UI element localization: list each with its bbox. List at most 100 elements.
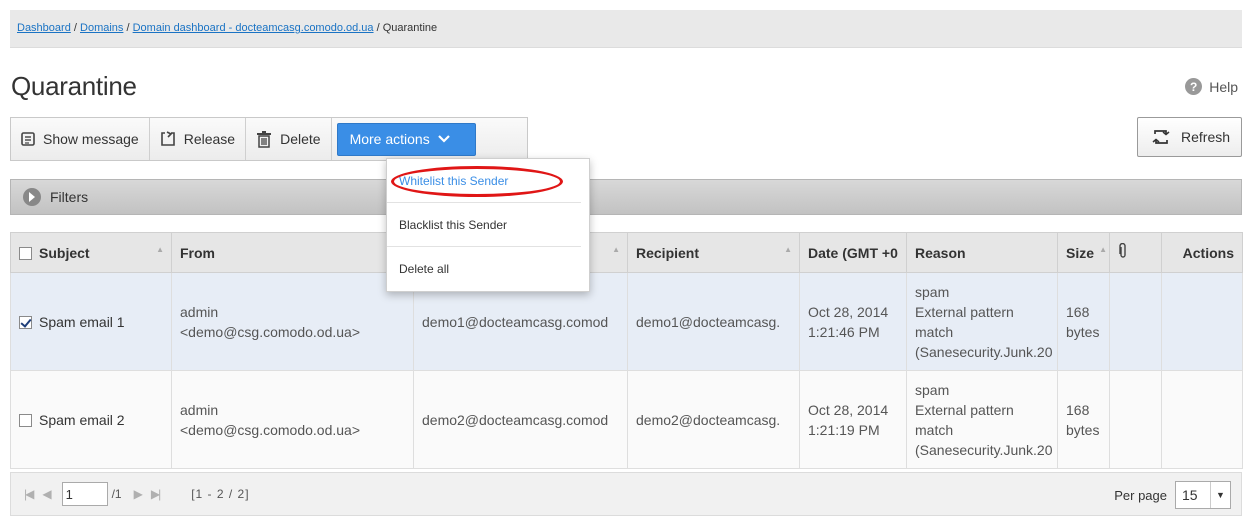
size-cell: 168 bytes	[1057, 272, 1110, 371]
column-size-label: Size	[1066, 244, 1095, 261]
date-cell: Oct 28, 2014 1:21:19 PM	[799, 370, 907, 469]
menu-item-blacklist-sender[interactable]: Blacklist this Sender	[387, 203, 581, 247]
quarantine-page: Dashboard / Domains / Domain dashboard -…	[10, 0, 1243, 516]
per-page-select[interactable]: 15 ▼	[1175, 481, 1231, 509]
column-subject-label: Subject	[39, 244, 90, 261]
size-value: 168	[1066, 401, 1090, 418]
actions-cell	[1161, 272, 1243, 371]
reason-line: External pattern	[915, 401, 1014, 418]
reason-cell: spam External pattern match (Sanesecurit…	[906, 272, 1058, 371]
filters-bar[interactable]: Filters	[10, 179, 1242, 215]
subject-text: Spam email 2	[39, 411, 125, 428]
refresh-icon	[1152, 130, 1170, 144]
select-all-checkbox[interactable]	[19, 246, 32, 260]
reason-line: External pattern	[915, 303, 1014, 320]
page-title: Quarantine	[11, 71, 137, 101]
breadcrumb-domain-dashboard[interactable]: Domain dashboard - docteamcasg.comodo.od…	[133, 22, 374, 34]
attachment-cell	[1109, 370, 1162, 469]
per-page-label: Per page	[1114, 487, 1167, 503]
help-label: Help	[1209, 78, 1238, 95]
table-row[interactable]: Spam email 2 admin <demo@csg.comodo.od.ua…	[10, 370, 1243, 469]
column-recipient-label: Recipient	[636, 244, 700, 261]
sort-icon: ▲	[156, 245, 164, 254]
column-from[interactable]: From	[171, 232, 414, 273]
from-cell: admin <demo@csg.comodo.od.ua>	[171, 272, 414, 371]
actions-cell	[1161, 370, 1243, 469]
paperclip-icon	[1119, 242, 1126, 258]
release-label: Release	[183, 131, 236, 147]
table-row[interactable]: Spam email 1 admin <demo@csg.comodo.od.ua…	[10, 272, 1243, 371]
breadcrumb-domains[interactable]: Domains	[80, 22, 123, 34]
size-unit: bytes	[1066, 323, 1100, 340]
row-checkbox[interactable]	[19, 413, 32, 427]
time-text: 1:21:46 PM	[808, 323, 880, 340]
more-actions-button[interactable]: More actions	[336, 122, 476, 156]
reason-line: spam	[915, 381, 950, 398]
chevron-down-icon	[437, 135, 450, 143]
subject-cell: Spam email 2	[10, 370, 172, 469]
size-unit: bytes	[1066, 421, 1100, 438]
column-reason-label: Reason	[915, 244, 966, 261]
column-attachment[interactable]	[1109, 232, 1162, 273]
column-actions-label: Actions	[1182, 244, 1234, 261]
time-text: 1:21:19 PM	[808, 421, 880, 438]
breadcrumb-separator: /	[376, 22, 380, 34]
reason-line: match	[915, 421, 954, 438]
delete-button[interactable]: Delete	[246, 118, 332, 160]
release-button[interactable]: Release	[150, 118, 247, 160]
page-number-input[interactable]: 1	[61, 482, 108, 506]
next-page-icon[interactable]: ▶	[134, 487, 143, 501]
reason-line: match	[915, 323, 954, 340]
from-email: <demo@csg.comodo.od.ua>	[180, 421, 360, 438]
per-page-control: Per page 15 ▼	[1114, 481, 1231, 509]
column-reason[interactable]: Reason	[906, 232, 1058, 273]
attachment-cell	[1109, 272, 1162, 371]
breadcrumb: Dashboard / Domains / Domain dashboard -…	[10, 10, 1242, 48]
release-icon	[160, 131, 175, 146]
chevron-down-icon: ▼	[1210, 482, 1230, 508]
menu-item-delete-all[interactable]: Delete all	[387, 247, 581, 291]
delete-label: Delete	[280, 131, 321, 147]
date-text: Oct 28, 2014	[808, 401, 889, 418]
column-subject[interactable]: Subject ▲	[10, 232, 172, 273]
reason-line: spam	[915, 283, 950, 300]
refresh-button[interactable]: Refresh	[1137, 117, 1242, 157]
prev-page-icon[interactable]: ◀	[42, 487, 51, 501]
more-actions-label: More actions	[349, 131, 430, 147]
pagination-bar: |◀ ◀ 1 /1 ▶ ▶| [1 - 2 / 2] Per page 15 ▼	[10, 472, 1242, 516]
column-date-label: Date (GMT +0	[808, 244, 898, 261]
date-cell: Oct 28, 2014 1:21:46 PM	[799, 272, 907, 371]
column-size[interactable]: Size ▲	[1057, 232, 1110, 273]
to-cell: demo2@docteamcasg.comod	[413, 370, 628, 469]
last-page-icon[interactable]: ▶|	[151, 487, 161, 501]
breadcrumb-dashboard[interactable]: Dashboard	[17, 22, 71, 34]
subject-text: Spam email 1	[39, 313, 125, 330]
date-text: Oct 28, 2014	[808, 303, 889, 320]
row-checkbox[interactable]	[19, 315, 32, 329]
breadcrumb-separator: /	[126, 22, 130, 34]
column-from-label: From	[180, 244, 215, 261]
refresh-label: Refresh	[1181, 129, 1231, 145]
reason-line: (Sanesecurity.Junk.20	[915, 343, 1053, 360]
trash-icon	[257, 130, 272, 148]
filters-label: Filters	[50, 189, 89, 205]
chevron-right-icon	[23, 188, 41, 206]
size-cell: 168 bytes	[1057, 370, 1110, 469]
breadcrumb-current: Quarantine	[382, 22, 438, 34]
help-icon: ?	[1185, 78, 1203, 95]
sort-icon: ▲	[1099, 245, 1107, 254]
page-count: /1	[111, 487, 122, 501]
column-date[interactable]: Date (GMT +0	[799, 232, 907, 273]
from-cell: admin <demo@csg.comodo.od.ua>	[171, 370, 414, 469]
first-page-icon[interactable]: |◀	[24, 487, 34, 501]
help-link[interactable]: ? Help	[1185, 78, 1238, 95]
highlight-annotation	[391, 166, 563, 197]
reason-cell: spam External pattern match (Sanesecurit…	[906, 370, 1058, 469]
sort-icon: ▲	[612, 245, 620, 254]
column-recipient[interactable]: Recipient ▲	[627, 232, 800, 273]
recipient-cell: demo2@docteamcasg.	[627, 370, 800, 469]
show-message-button[interactable]: Show message	[11, 118, 150, 160]
sort-icon: ▲	[784, 245, 792, 254]
size-value: 168	[1066, 303, 1090, 320]
from-email: <demo@csg.comodo.od.ua>	[180, 323, 360, 340]
